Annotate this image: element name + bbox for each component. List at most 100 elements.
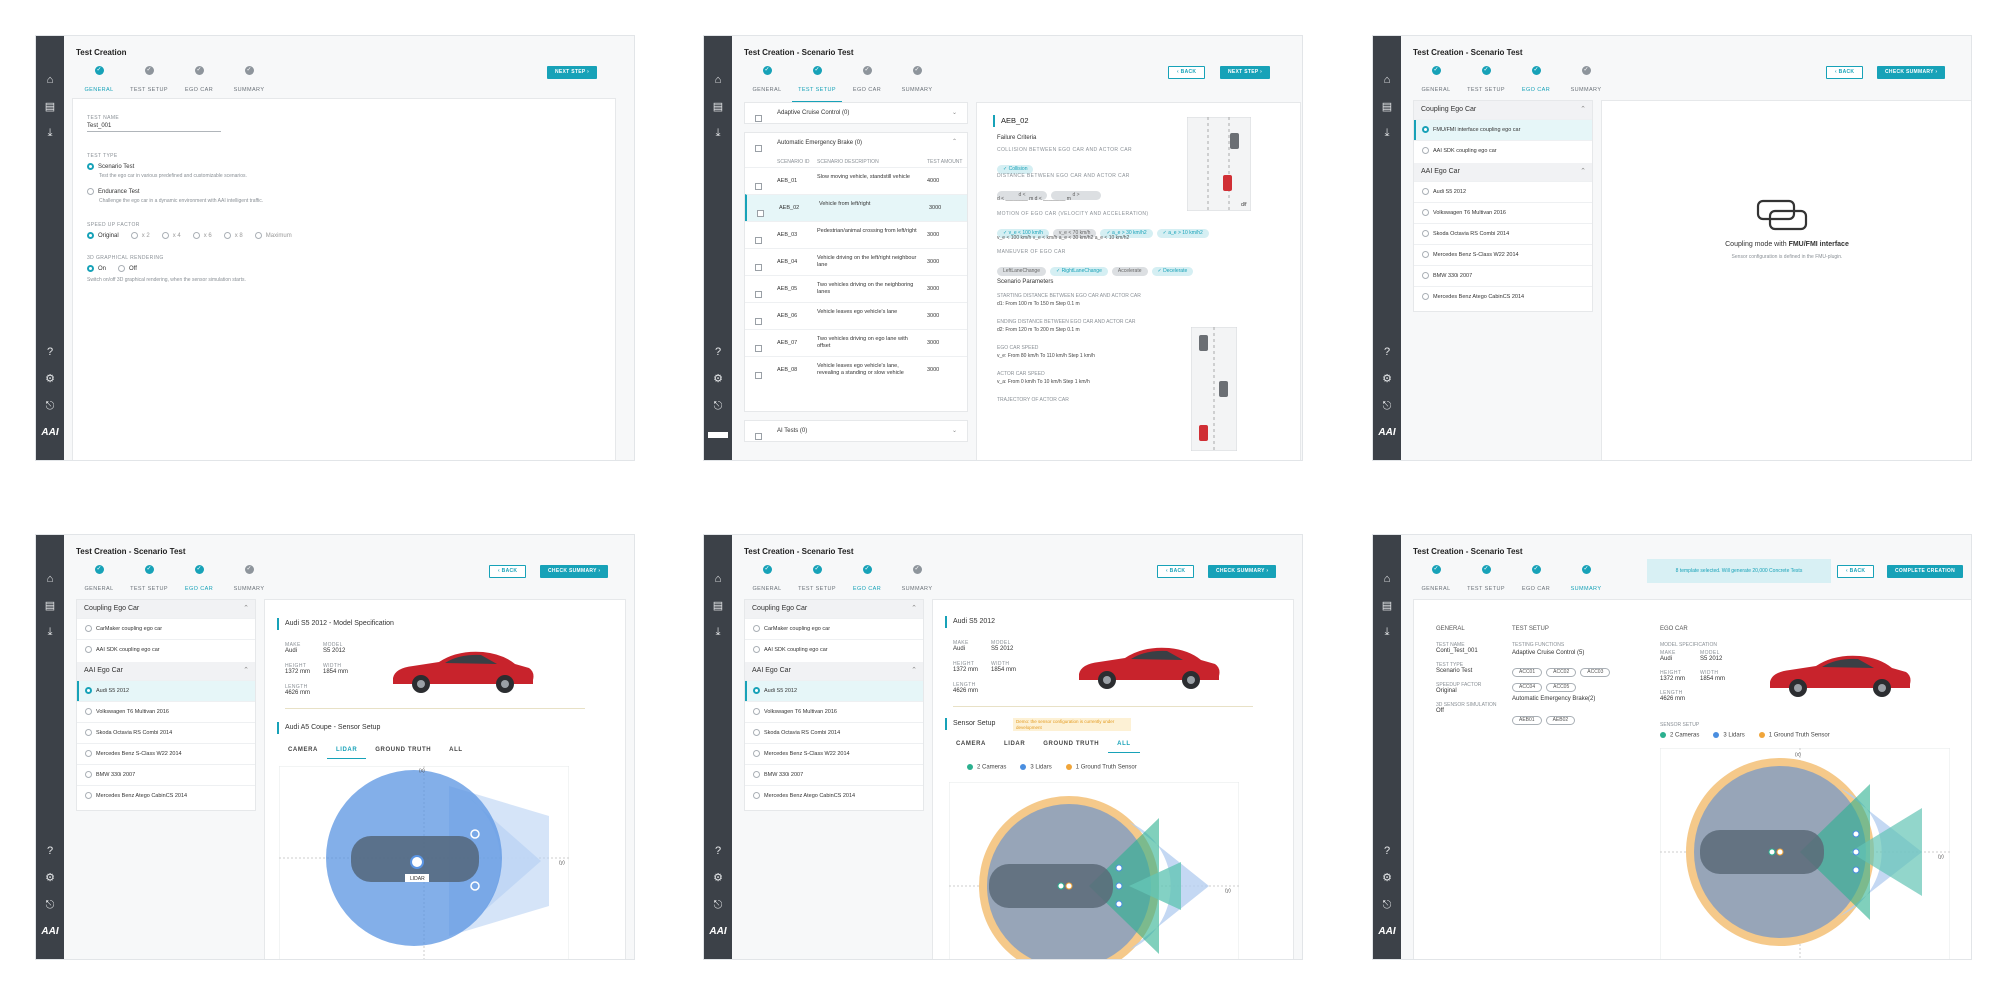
render-off-radio[interactable]: Off — [118, 265, 137, 272]
archive-icon[interactable]: ▤ — [711, 100, 725, 114]
step-ego-car[interactable]: ✓ EGO CAR — [842, 565, 892, 601]
car-option[interactable]: Mercedes Benz S-Class W22 2014 — [1414, 244, 1592, 265]
aai-group-header[interactable]: AAI Ego Car ⌃ — [1414, 163, 1592, 181]
step-ego-car[interactable]: ✓ EGO CAR — [174, 66, 224, 102]
archive-icon[interactable]: ▤ — [43, 100, 57, 114]
aai-group-header[interactable]: AAI Ego Car ⌃ — [77, 662, 255, 680]
back-button[interactable]: ‹ BACK — [1826, 66, 1864, 79]
render-on-radio[interactable]: On — [87, 265, 106, 272]
coupling-aai-option[interactable]: AAI SDK coupling ego car — [745, 639, 923, 660]
car-option[interactable]: Skoda Octavia RS Combi 2014 — [1414, 223, 1592, 244]
car-option[interactable]: BMW 330i 2007 — [77, 764, 255, 785]
step-test-setup[interactable]: ✓ TEST SETUP — [124, 565, 174, 601]
maneuver-chip[interactable]: Accelerate — [1111, 267, 1148, 276]
step-ego-car[interactable]: ✓ EGO CAR — [842, 66, 892, 102]
ai-checkbox[interactable] — [755, 428, 762, 446]
scenario-row[interactable]: AEB_08 Vehicle leaves ego vehicle's lane,… — [745, 356, 967, 383]
step-test-setup[interactable]: ✓ TEST SETUP — [792, 565, 842, 601]
logout-icon[interactable]: ⎋ — [1380, 898, 1394, 912]
download-icon[interactable]: ⤓ — [1380, 625, 1394, 639]
help-icon[interactable]: ? — [711, 345, 725, 359]
motion-inputs[interactable]: v_e < 100 km/h v_e < km/h a_e < 30 km/h2… — [997, 235, 1129, 241]
step-general[interactable]: ✓ GENERAL — [1411, 565, 1461, 601]
next-step-button[interactable]: NEXT STEP › — [547, 66, 598, 79]
param2-inputs[interactable]: d2: From 120 m To 200 m Step 0.1 m — [997, 327, 1080, 333]
help-icon[interactable]: ? — [1380, 345, 1394, 359]
gear-icon[interactable]: ⚙ — [43, 372, 57, 386]
help-icon[interactable]: ? — [43, 844, 57, 858]
tab-camera[interactable]: CAMERA — [279, 744, 327, 759]
car-option[interactable]: BMW 330i 2007 — [1414, 265, 1592, 286]
help-icon[interactable]: ? — [711, 844, 725, 858]
home-icon[interactable]: ⌂ — [1380, 73, 1394, 87]
coupling-group-header[interactable]: Coupling Ego Car ⌃ — [745, 600, 923, 618]
scenario-row[interactable]: AEB_07 Two vehicles driving on ego lane w… — [745, 329, 967, 356]
step-general[interactable]: ✓ GENERAL — [742, 565, 792, 601]
scenario-row[interactable]: AEB_06 Vehicle leaves ego vehicle's lane 3… — [745, 302, 967, 329]
step-general[interactable]: ✓ GENERAL — [74, 66, 124, 102]
archive-icon[interactable]: ▤ — [1380, 599, 1394, 613]
download-icon[interactable]: ⤓ — [43, 126, 57, 140]
step-summary[interactable]: ✓ SUMMARY — [892, 66, 942, 102]
step-ego-car[interactable]: ✓ EGO CAR — [1511, 565, 1561, 601]
step-summary[interactable]: ✓ SUMMARY — [892, 565, 942, 601]
tab-ground-truth[interactable]: GROUND TRUTH — [366, 744, 440, 759]
car-option[interactable]: Skoda Octavia RS Combi 2014 — [77, 722, 255, 743]
download-icon[interactable]: ⤓ — [711, 126, 725, 140]
acc-group[interactable]: Adaptive Cruise Control (0) ⌄ — [744, 102, 968, 124]
coupling-aai-option[interactable]: AAI SDK coupling ego car — [77, 639, 255, 660]
step-test-setup[interactable]: ✓ TEST SETUP — [124, 66, 174, 102]
acc-checkbox[interactable] — [755, 110, 762, 128]
help-icon[interactable]: ? — [1380, 844, 1394, 858]
step-general[interactable]: ✓ GENERAL — [1411, 66, 1461, 102]
aai-group-header[interactable]: AAI Ego Car ⌃ — [745, 662, 923, 680]
car-option-selected[interactable]: Audi S5 2012 — [745, 680, 923, 701]
step-summary[interactable]: ✓ SUMMARY — [1561, 66, 1611, 102]
car-option[interactable]: Mercedes Benz Atego CabinCS 2014 — [745, 785, 923, 806]
complete-creation-button[interactable]: COMPLETE CREATION — [1887, 565, 1964, 578]
logout-icon[interactable]: ⎋ — [43, 898, 57, 912]
maneuver-chip[interactable]: ✓ Decelerate — [1151, 267, 1194, 276]
back-button[interactable]: ‹ BACK — [1837, 565, 1875, 578]
home-icon[interactable]: ⌂ — [711, 73, 725, 87]
car-option[interactable]: Mercedes Benz Atego CabinCS 2014 — [77, 785, 255, 806]
step-general[interactable]: ✓ GENERAL — [74, 565, 124, 601]
step-general[interactable]: ✓ GENERAL — [742, 66, 792, 102]
speed-option[interactable]: Maximum — [254, 232, 292, 239]
home-icon[interactable]: ⌂ — [43, 73, 57, 87]
home-icon[interactable]: ⌂ — [43, 572, 57, 586]
car-option[interactable]: Audi S5 2012 — [1414, 181, 1592, 202]
step-test-setup[interactable]: ✓ TEST SETUP — [1461, 565, 1511, 601]
logout-icon[interactable]: ⎋ — [43, 399, 57, 413]
tab-lidar[interactable]: LIDAR — [995, 738, 1034, 753]
step-ego-car[interactable]: ✓ EGO CAR — [174, 565, 224, 601]
check-summary-button[interactable]: CHECK SUMMARY › — [1877, 66, 1946, 79]
download-icon[interactable]: ⤓ — [711, 625, 725, 639]
speed-option[interactable]: x 4 — [161, 232, 181, 239]
car-option[interactable]: Skoda Octavia RS Combi 2014 — [745, 722, 923, 743]
coupling-group-header[interactable]: Coupling Ego Car ⌃ — [77, 600, 255, 618]
car-option[interactable]: Volkswagen T6 Multivan 2016 — [745, 701, 923, 722]
logout-icon[interactable]: ⎋ — [711, 898, 725, 912]
test-name-input[interactable]: Test_001 — [87, 123, 221, 132]
back-button[interactable]: ‹ BACK — [1157, 565, 1195, 578]
car-option[interactable]: BMW 330i 2007 — [745, 764, 923, 785]
coupling-aai-option[interactable]: AAI SDK coupling ego car — [1414, 140, 1592, 161]
scenario-row[interactable]: AEB_05 Two vehicles driving on the neighb… — [745, 275, 967, 302]
tab-all[interactable]: ALL — [1108, 738, 1140, 753]
gear-icon[interactable]: ⚙ — [711, 871, 725, 885]
tab-all[interactable]: ALL — [440, 744, 471, 759]
param1-inputs[interactable]: d1: From 100 m To 150 m Step 0.1 m — [997, 301, 1080, 307]
home-icon[interactable]: ⌂ — [1380, 572, 1394, 586]
car-option[interactable]: Mercedes Benz S-Class W22 2014 — [77, 743, 255, 764]
aeb-checkbox[interactable] — [755, 140, 762, 158]
download-icon[interactable]: ⤓ — [43, 625, 57, 639]
scenario-row[interactable]: AEB_02 Vehicle from left/right 3000 — [745, 194, 967, 221]
car-option[interactable]: Mercedes Benz Atego CabinCS 2014 — [1414, 286, 1592, 307]
param4-inputs[interactable]: v_a: From 0 km/h To 10 km/h Step 1 km/h — [997, 379, 1090, 385]
back-button[interactable]: ‹ BACK — [1168, 66, 1206, 79]
scenario-row[interactable]: AEB_03 Pedestrian/animal crossing from le… — [745, 221, 967, 248]
check-summary-button[interactable]: CHECK SUMMARY › — [1208, 565, 1277, 578]
step-test-setup[interactable]: ✓ TEST SETUP — [792, 66, 842, 102]
gear-icon[interactable]: ⚙ — [43, 871, 57, 885]
